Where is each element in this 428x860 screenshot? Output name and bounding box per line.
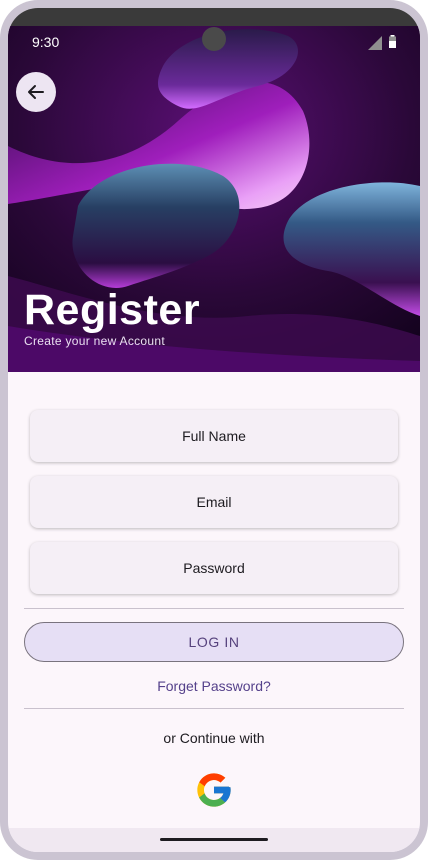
google-icon[interactable] [194, 770, 234, 810]
home-gesture-handle[interactable] [160, 838, 268, 841]
login-button[interactable]: LOG IN [24, 622, 404, 662]
divider [24, 708, 404, 709]
divider [24, 608, 404, 609]
status-time: 9:30 [32, 34, 60, 50]
arrow-left-icon [28, 85, 44, 99]
back-button[interactable] [16, 72, 56, 112]
email-field[interactable]: Email [30, 476, 398, 528]
forget-password-link[interactable]: Forget Password? [8, 678, 420, 694]
camera-cutout [202, 27, 226, 51]
continue-with-label: or Continue with [163, 730, 265, 746]
page-title: Register [24, 286, 201, 334]
signal-icon [368, 36, 382, 50]
battery-icon [389, 35, 396, 48]
page-subtitle: Create your new Account [24, 334, 165, 348]
device-frame: 9:30 Register Create your new Account Fu… [0, 0, 428, 860]
password-field[interactable]: Password [30, 542, 398, 594]
status-bar-background [8, 8, 420, 28]
screen: 9:30 Register Create your new Account Fu… [8, 8, 420, 852]
full-name-field[interactable]: Full Name [30, 410, 398, 462]
